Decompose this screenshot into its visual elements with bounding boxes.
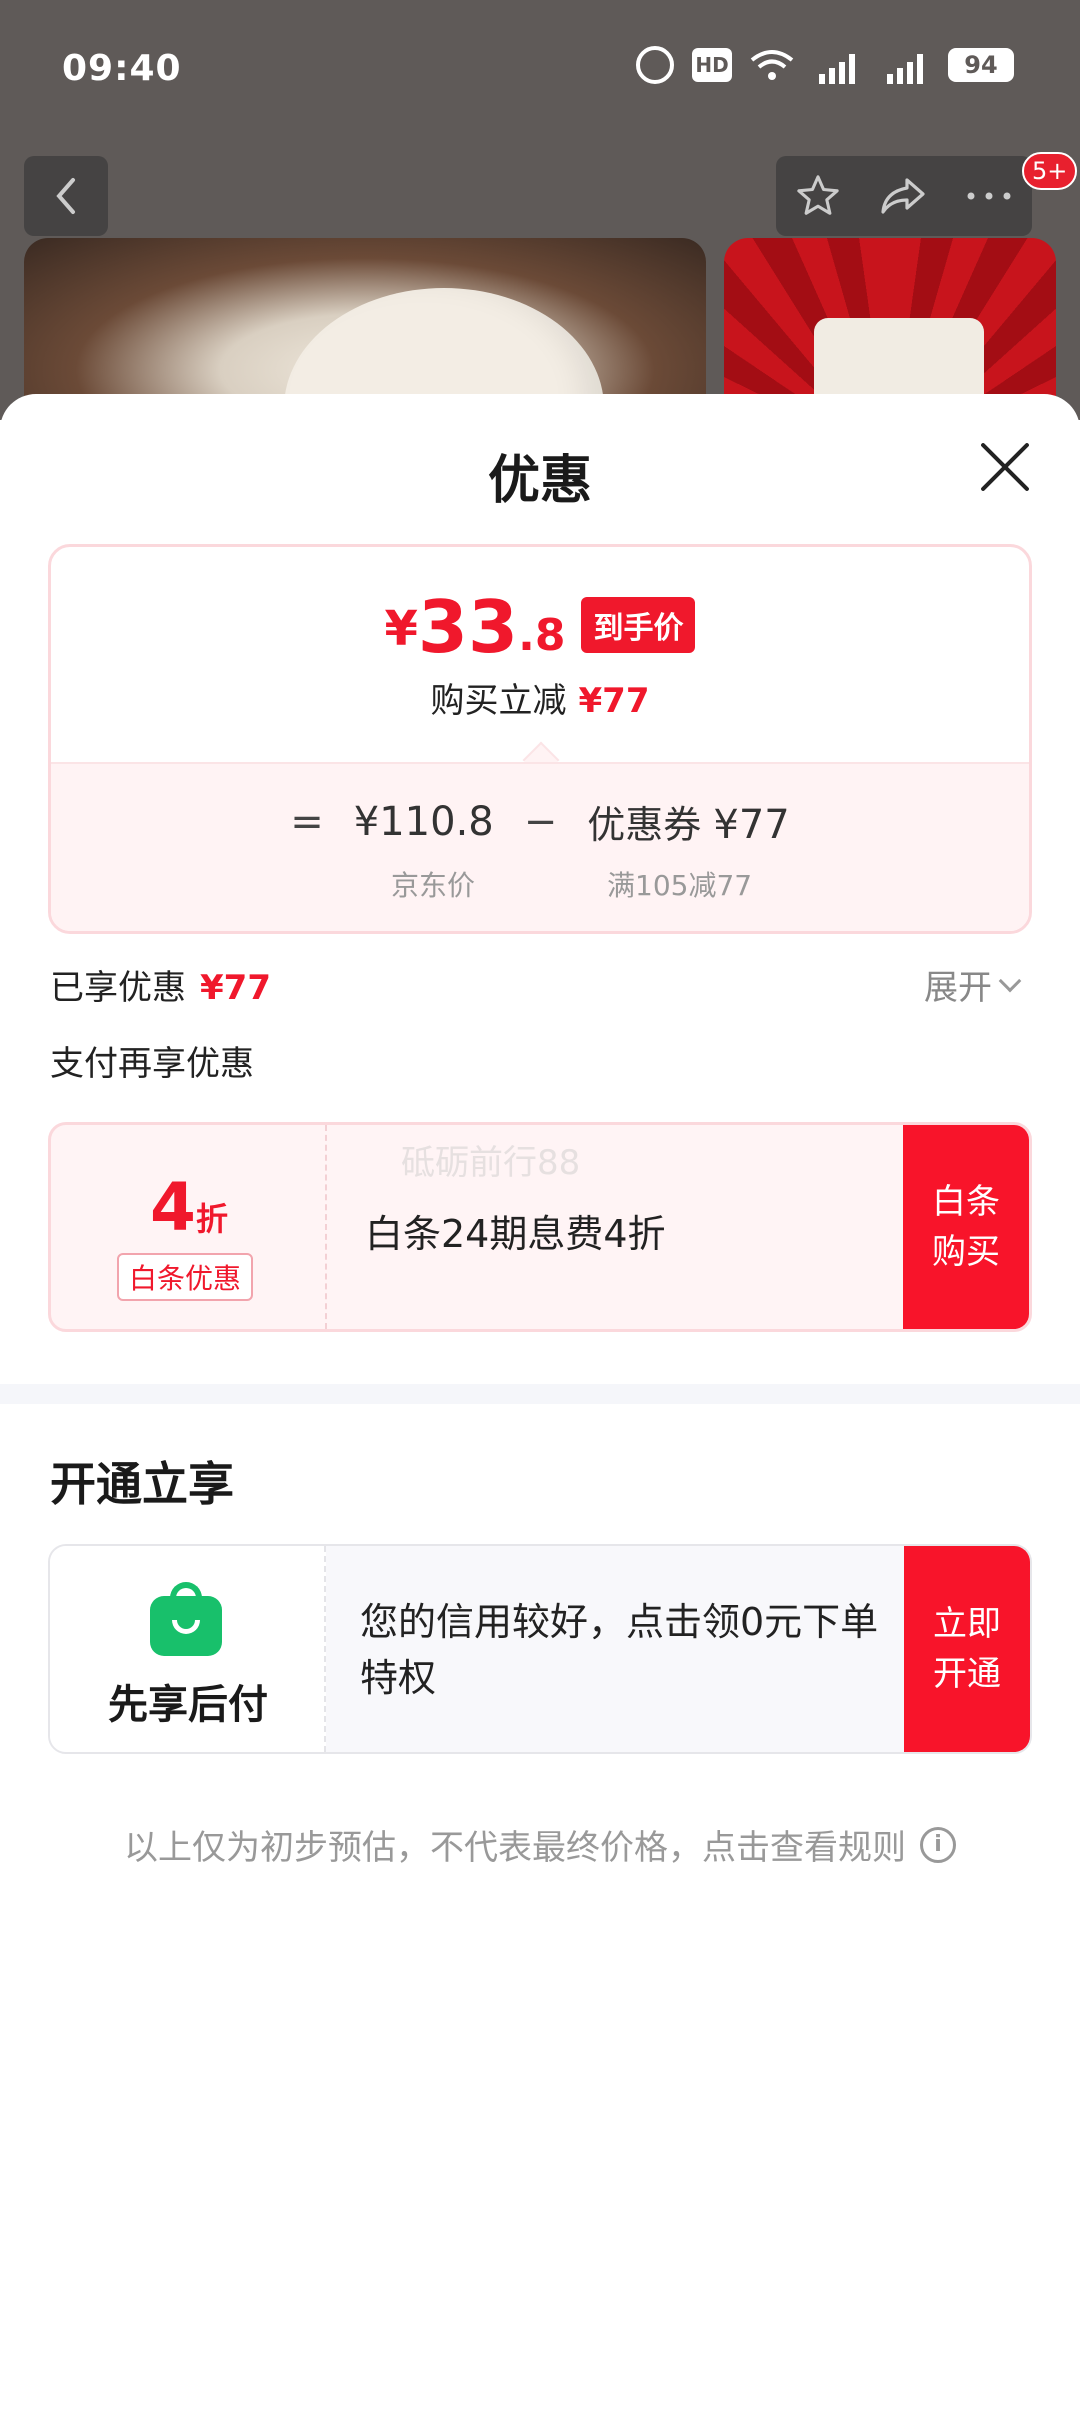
- final-price-tag: 到手价: [581, 597, 696, 653]
- baitiao-buy-button[interactable]: 白条购买: [903, 1125, 1029, 1329]
- chevron-down-icon: [998, 969, 1022, 992]
- shopping-bag-icon: [150, 1582, 222, 1656]
- share-icon[interactable]: [879, 175, 927, 217]
- final-price: ¥ 33 .8 到手价: [51, 591, 1029, 663]
- enjoyed-discount: 已享优惠 ¥77: [50, 960, 271, 1009]
- promo-discount-block: 4折 白条优惠: [51, 1125, 327, 1329]
- price-breakdown: = ¥110.8 − 优惠券 ¥77 京东价 满105减77: [51, 762, 1029, 931]
- open-section-title: 开通立享: [50, 1457, 234, 1511]
- coupon-rule: 满105减77: [607, 869, 753, 902]
- final-price-decimal: .8: [518, 610, 566, 661]
- back-button[interactable]: [24, 156, 108, 236]
- promo-text: 白条24期息费4折: [365, 1212, 666, 1256]
- section-divider: [0, 1384, 1080, 1404]
- message-count-badge: 5+: [1022, 152, 1078, 190]
- coupon-amount: ¥77: [713, 802, 790, 848]
- promo-discount-number: 4: [150, 1169, 196, 1246]
- pay-later-card[interactable]: 先享后付 您的信用较好，点击领0元下单特权 立即开通: [48, 1544, 1032, 1754]
- signal-5g-icon: [880, 46, 930, 84]
- pay-more-title: 支付再享优惠: [50, 1044, 254, 1084]
- price-summary-card: ¥ 33 .8 到手价 购买立减 ¥77 = ¥110.8 − 优惠券 ¥77 京…: [48, 544, 1032, 934]
- jd-price: ¥110.8: [353, 798, 494, 845]
- instant-discount-label: 购买立减: [430, 681, 567, 721]
- coupon-label: 优惠券: [587, 803, 702, 847]
- status-time: 09:40: [62, 48, 182, 89]
- hd-icon: HD: [692, 48, 732, 82]
- instant-discount-amount: ¥77: [578, 681, 650, 721]
- equals-sign: =: [290, 798, 324, 845]
- pay-later-text: 您的信用较好，点击领0元下单特权: [360, 1600, 879, 1700]
- activate-button[interactable]: 立即开通: [904, 1546, 1030, 1752]
- coupon-value: 优惠券 ¥77: [587, 794, 789, 849]
- product-image-main: [24, 238, 706, 420]
- minus-sign: −: [523, 798, 558, 845]
- instant-discount: 购买立减 ¥77: [51, 673, 1029, 722]
- battery-icon: 94: [948, 48, 1014, 82]
- star-icon[interactable]: [795, 173, 841, 219]
- chevron-left-icon: [56, 178, 75, 214]
- disclaimer-text: 以上仅为初步预估，不代表最终价格，点击查看规则: [124, 1828, 906, 1868]
- more-icon[interactable]: [965, 190, 1013, 202]
- expand-button[interactable]: 展开: [924, 960, 1022, 1009]
- final-price-integer: 33: [417, 585, 519, 669]
- wifi-icon: [750, 46, 794, 84]
- pay-later-brand: 先享后付: [50, 1546, 326, 1752]
- product-image-secondary: [724, 238, 1056, 420]
- info-icon[interactable]: i: [920, 1826, 956, 1863]
- enjoyed-amount: ¥77: [200, 968, 271, 1008]
- price-disclaimer[interactable]: 以上仅为初步预估，不代表最终价格，点击查看规则 i: [0, 1820, 1080, 1869]
- price-formula: = ¥110.8 − 优惠券 ¥77: [51, 794, 1029, 849]
- sheet-title: 优惠: [487, 451, 592, 511]
- signal-5g-icon: [812, 46, 862, 84]
- jd-price-label: 京东价: [391, 869, 476, 902]
- pay-later-name: 先享后付: [108, 1682, 268, 1728]
- expand-label: 展开: [924, 968, 992, 1008]
- promo-discount: 4折: [51, 1169, 327, 1246]
- promo-discount-unit: 折: [195, 1200, 228, 1238]
- status-bar: 09:40 HD 94: [0, 0, 1080, 140]
- enjoyed-label: 已享优惠: [50, 968, 186, 1008]
- currency-symbol: ¥: [384, 601, 418, 657]
- baitiao-promo-card[interactable]: 4折 白条优惠 砥砺前行88 白条24期息费4折 白条购买: [48, 1122, 1032, 1332]
- status-icons: HD 94: [636, 46, 1014, 84]
- watermark: 砥砺前行88: [401, 1143, 581, 1183]
- discount-sheet: 优惠 ¥ 33 .8 到手价 购买立减 ¥77 = ¥110.8 − 优惠券 ¥7…: [0, 394, 1080, 2412]
- close-button[interactable]: [978, 440, 1032, 494]
- promo-tag: 白条优惠: [117, 1253, 254, 1301]
- alarm-icon: [636, 46, 674, 84]
- product-actions: [776, 156, 1032, 236]
